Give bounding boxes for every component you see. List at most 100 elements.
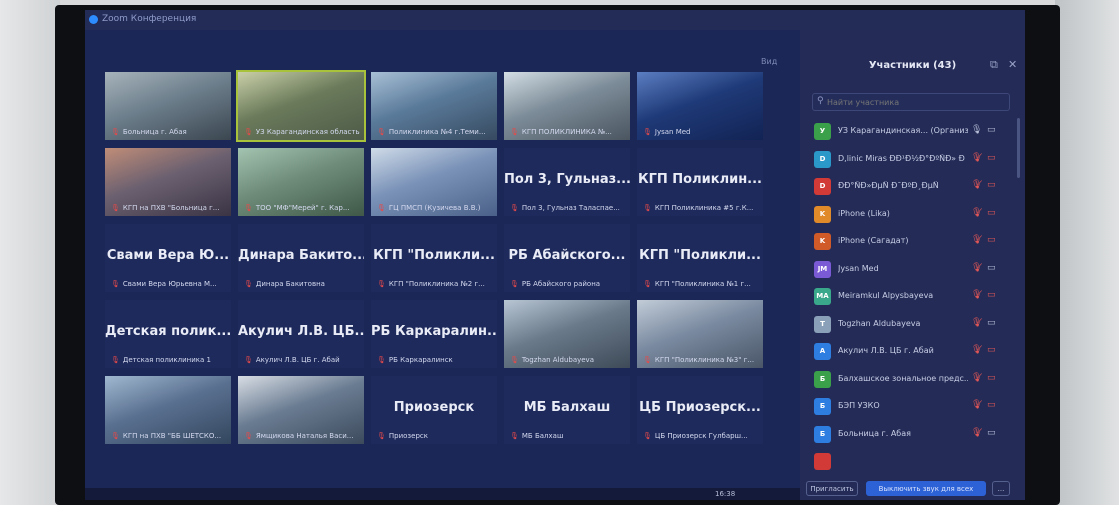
tile-caption-text: Togzhan Aldubayeva — [521, 356, 594, 364]
participant-row[interactable]: Б Балхашское зональное предс... 🎙︎̸ ▭ — [814, 370, 1014, 390]
avatar: Б — [814, 425, 831, 443]
video-tile[interactable]: 🎙︎ КГП ПОЛИКЛИНИКА №... — [504, 72, 630, 140]
tile-caption-text: Свами Вера Юрьевна М... — [122, 280, 217, 288]
popout-icon[interactable]: ⧉ — [990, 58, 998, 72]
video-tile[interactable]: Динара Бакито... 🎙︎ Динара Бакитовна — [238, 224, 364, 292]
video-tile[interactable]: РБ Каркаралин... 🎙︎ РБ Каркаралинск — [371, 300, 497, 368]
video-tile[interactable]: 🎙︎ Jysan Med — [637, 72, 763, 140]
video-tile[interactable]: МБ Балхаш 🎙︎ МБ Балхаш — [504, 376, 630, 444]
video-tile[interactable]: КГП Поликлин... 🎙︎ КГП Поликлиника #5 г.К.… — [637, 148, 763, 216]
muted-mic-icon: 🎙︎ — [111, 280, 120, 288]
camera-off-icon: ▭ — [987, 152, 996, 163]
tile-caption: 🎙︎ КГП "Поликлиника №1 г... — [643, 280, 759, 288]
participant-row[interactable]: Б Больница г. Абая 🎙︎̸ ▭ — [814, 425, 1014, 445]
tile-caption: 🎙︎ Пол 3, Гульназ Таласпае... — [510, 204, 626, 212]
tile-display-name: Детская полик... — [105, 324, 231, 339]
video-tile[interactable]: КГП "Поликли... 🎙︎ КГП "Поликлиника №2 г..… — [371, 224, 497, 292]
video-tile[interactable]: 🎙︎ КГП "Поликлиника №3" г... — [637, 300, 763, 368]
participant-row[interactable]: KiPhone (Lika) 🎙︎̸ ▭ — [814, 205, 1014, 225]
tile-caption: 🎙︎ РБ Абайского района — [510, 280, 626, 288]
wall-left — [0, 0, 60, 505]
tile-display-name: КГП Поликлин... — [637, 172, 762, 187]
muted-mic-icon: 🎙︎ — [377, 204, 386, 212]
video-tile[interactable]: 🎙︎ Ямщикова Наталья Васи... — [238, 376, 364, 444]
tile-caption: 🎙︎ Ямщикова Наталья Васи... — [244, 432, 360, 440]
participant-name: Meiramkul Alpysbayeva — [838, 291, 934, 300]
camera-off-icon: ▭ — [987, 180, 996, 190]
video-tile[interactable]: 🎙︎ УЗ Карагандинская область — [236, 70, 366, 142]
participant-row[interactable]: D ÐÐ°ÑÐ»ÐµÑ Ð¯ÐºÐ¸ÐµÑ 🎙︎̸ ▭ — [814, 177, 1014, 197]
video-tile[interactable]: 🎙︎ Togzhan Aldubayeva — [504, 300, 630, 368]
participant-row[interactable]: У УЗ Карагандинская... (Организатор, я)🎙︎… — [814, 122, 1014, 142]
participant-row[interactable]: T Togzhan Aldubayeva 🎙︎̸ ▭ — [814, 315, 1014, 335]
tile-caption-text: КГП "Поликлиника №3" г... — [654, 356, 755, 364]
muted-mic-icon: 🎙︎ — [244, 204, 253, 212]
camera-icon: ▭ — [987, 125, 996, 135]
tile-caption: 🎙︎ Больница г. Абая — [111, 128, 227, 136]
mute-all-button[interactable]: Выключить звук для всех — [866, 481, 986, 496]
avatar: K — [814, 205, 831, 223]
video-tile[interactable]: 🎙︎ Больница г. Абая — [105, 72, 231, 140]
panel-footer: Пригласить Выключить звук для всех ... — [800, 478, 1025, 500]
participant-row[interactable]: KiPhone (Сагадат) 🎙︎̸ ▭ — [814, 232, 1014, 252]
participant-name: БЭП УЗКО — [838, 401, 880, 410]
participant-row[interactable]: JM Jysan Med 🎙︎̸ ▭ — [814, 260, 1014, 280]
tile-display-name: Пол 3, Гульназ... — [504, 172, 630, 187]
video-tile[interactable]: 🎙︎ ТОО "МФ"Мерей" г. Кар... — [238, 148, 364, 216]
mic-muted-icon: 🎙︎̸ — [971, 400, 983, 410]
tile-caption: 🎙︎ КГП Поликлиника #5 г.К... — [643, 204, 759, 212]
tile-display-name: КГП "Поликли... — [639, 248, 761, 263]
tile-display-name: Акулич Л.В. ЦБ... — [238, 324, 364, 339]
video-tile[interactable]: Детская полик... 🎙︎ Детская поликлиника 1 — [105, 300, 231, 368]
video-tile[interactable]: 🎙︎ ГЦ ПМСП (Кузичева В.В.) — [371, 148, 497, 216]
video-tile[interactable]: РБ Абайского... 🎙︎ РБ Абайского района — [504, 224, 630, 292]
video-tile[interactable]: 🎙︎ Поликлиника №4 г.Теми... — [371, 72, 497, 140]
participant-name: Акулич Л.В. ЦБ г. Абай — [838, 346, 934, 355]
participant-row[interactable]: Б БЭП УЗКО 🎙︎̸ ▭ — [814, 397, 1014, 417]
muted-mic-icon: 🎙︎ — [510, 356, 519, 364]
avatar: Б — [814, 398, 831, 415]
muted-mic-icon: 🎙︎ — [244, 432, 253, 440]
invite-button[interactable]: Пригласить — [806, 481, 858, 496]
tile-caption-text: ЦБ Приозерск Гулбарш... — [654, 432, 748, 440]
participant-name: УЗ Карагандинская... (Организатор, я) — [838, 126, 968, 135]
video-tile[interactable]: Свами Вера Ю... 🎙︎ Свами Вера Юрьевна М... — [105, 224, 231, 292]
tile-caption: 🎙︎ КГП на ПХВ "ББ ШЕТСКО... — [111, 432, 227, 440]
tile-caption: 🎙︎ ЦБ Приозерск Гулбарш... — [643, 432, 759, 440]
participant-list-scrollbar[interactable] — [1017, 118, 1020, 178]
tile-display-name: Приозерск — [393, 400, 475, 415]
video-tile[interactable]: Пол 3, Гульназ... 🎙︎ Пол 3, Гульназ Таласп… — [504, 148, 630, 216]
view-menu-button[interactable]: Вид — [761, 57, 777, 66]
muted-mic-icon: 🎙︎ — [643, 280, 652, 288]
participant-row[interactable] — [814, 452, 1014, 472]
participant-name: iPhone (Lika) — [838, 208, 890, 218]
video-tile[interactable]: КГП "Поликли... 🎙︎ КГП "Поликлиника №1 г..… — [637, 224, 763, 292]
avatar: MA — [814, 288, 831, 305]
participant-row[interactable]: A Акулич Л.В. ЦБ г. Абай 🎙︎̸ ▭ — [814, 342, 1014, 362]
tile-caption: 🎙︎ ТОО "МФ"Мерей" г. Кар... — [244, 204, 360, 212]
muted-mic-icon: 🎙︎ — [377, 356, 386, 364]
participant-row[interactable]: D D,linic Miras ÐÐ¹Ð½Ð°ÐºÑÐ» Ð 🎙︎̸ ▭ — [814, 150, 1014, 170]
camera-off-icon: ▭ — [987, 400, 996, 410]
tile-caption: 🎙︎ Динара Бакитовна — [244, 280, 360, 288]
avatar: T — [814, 315, 831, 333]
tile-caption-text: ГЦ ПМСП (Кузичева В.В.) — [388, 204, 481, 212]
tile-caption-text: Пол 3, Гульназ Таласпае... — [521, 204, 620, 212]
video-tile[interactable]: Приозерск 🎙︎ Приозерск — [371, 376, 497, 444]
tile-display-name: ЦБ Приозерск... — [639, 400, 761, 415]
video-tile[interactable]: ЦБ Приозерск... 🎙︎ ЦБ Приозерск Гулбарш... — [637, 376, 763, 444]
video-tile[interactable]: Акулич Л.В. ЦБ... 🎙︎ Акулич Л.В. ЦБ г. Аба… — [238, 300, 364, 368]
participant-search-input[interactable] — [827, 94, 997, 110]
tile-caption-text: ТОО "МФ"Мерей" г. Кар... — [255, 204, 350, 212]
participant-search[interactable]: ⚲ — [812, 93, 1010, 111]
video-tile[interactable]: 🎙︎ КГП на ПХВ "Больница г... — [105, 148, 231, 216]
participant-name: ÐÐ°ÑÐ»ÐµÑ Ð¯ÐºÐ¸ÐµÑ — [838, 181, 939, 190]
participant-row[interactable]: MA Meiramkul Alpysbayeva 🎙︎̸ ▭ — [814, 287, 1014, 307]
panel-close-icon[interactable]: ✕ — [1008, 58, 1017, 71]
tile-caption-text: РБ Каркаралинск — [388, 356, 453, 364]
muted-mic-icon: 🎙︎ — [244, 356, 253, 364]
muted-mic-icon: 🎙︎ — [510, 128, 519, 136]
video-tile[interactable]: 🎙︎ КГП на ПХВ "ББ ШЕТСКО... — [105, 376, 231, 444]
tile-display-name: РБ Каркаралин... — [371, 324, 497, 339]
more-options-button[interactable]: ... — [992, 481, 1010, 496]
